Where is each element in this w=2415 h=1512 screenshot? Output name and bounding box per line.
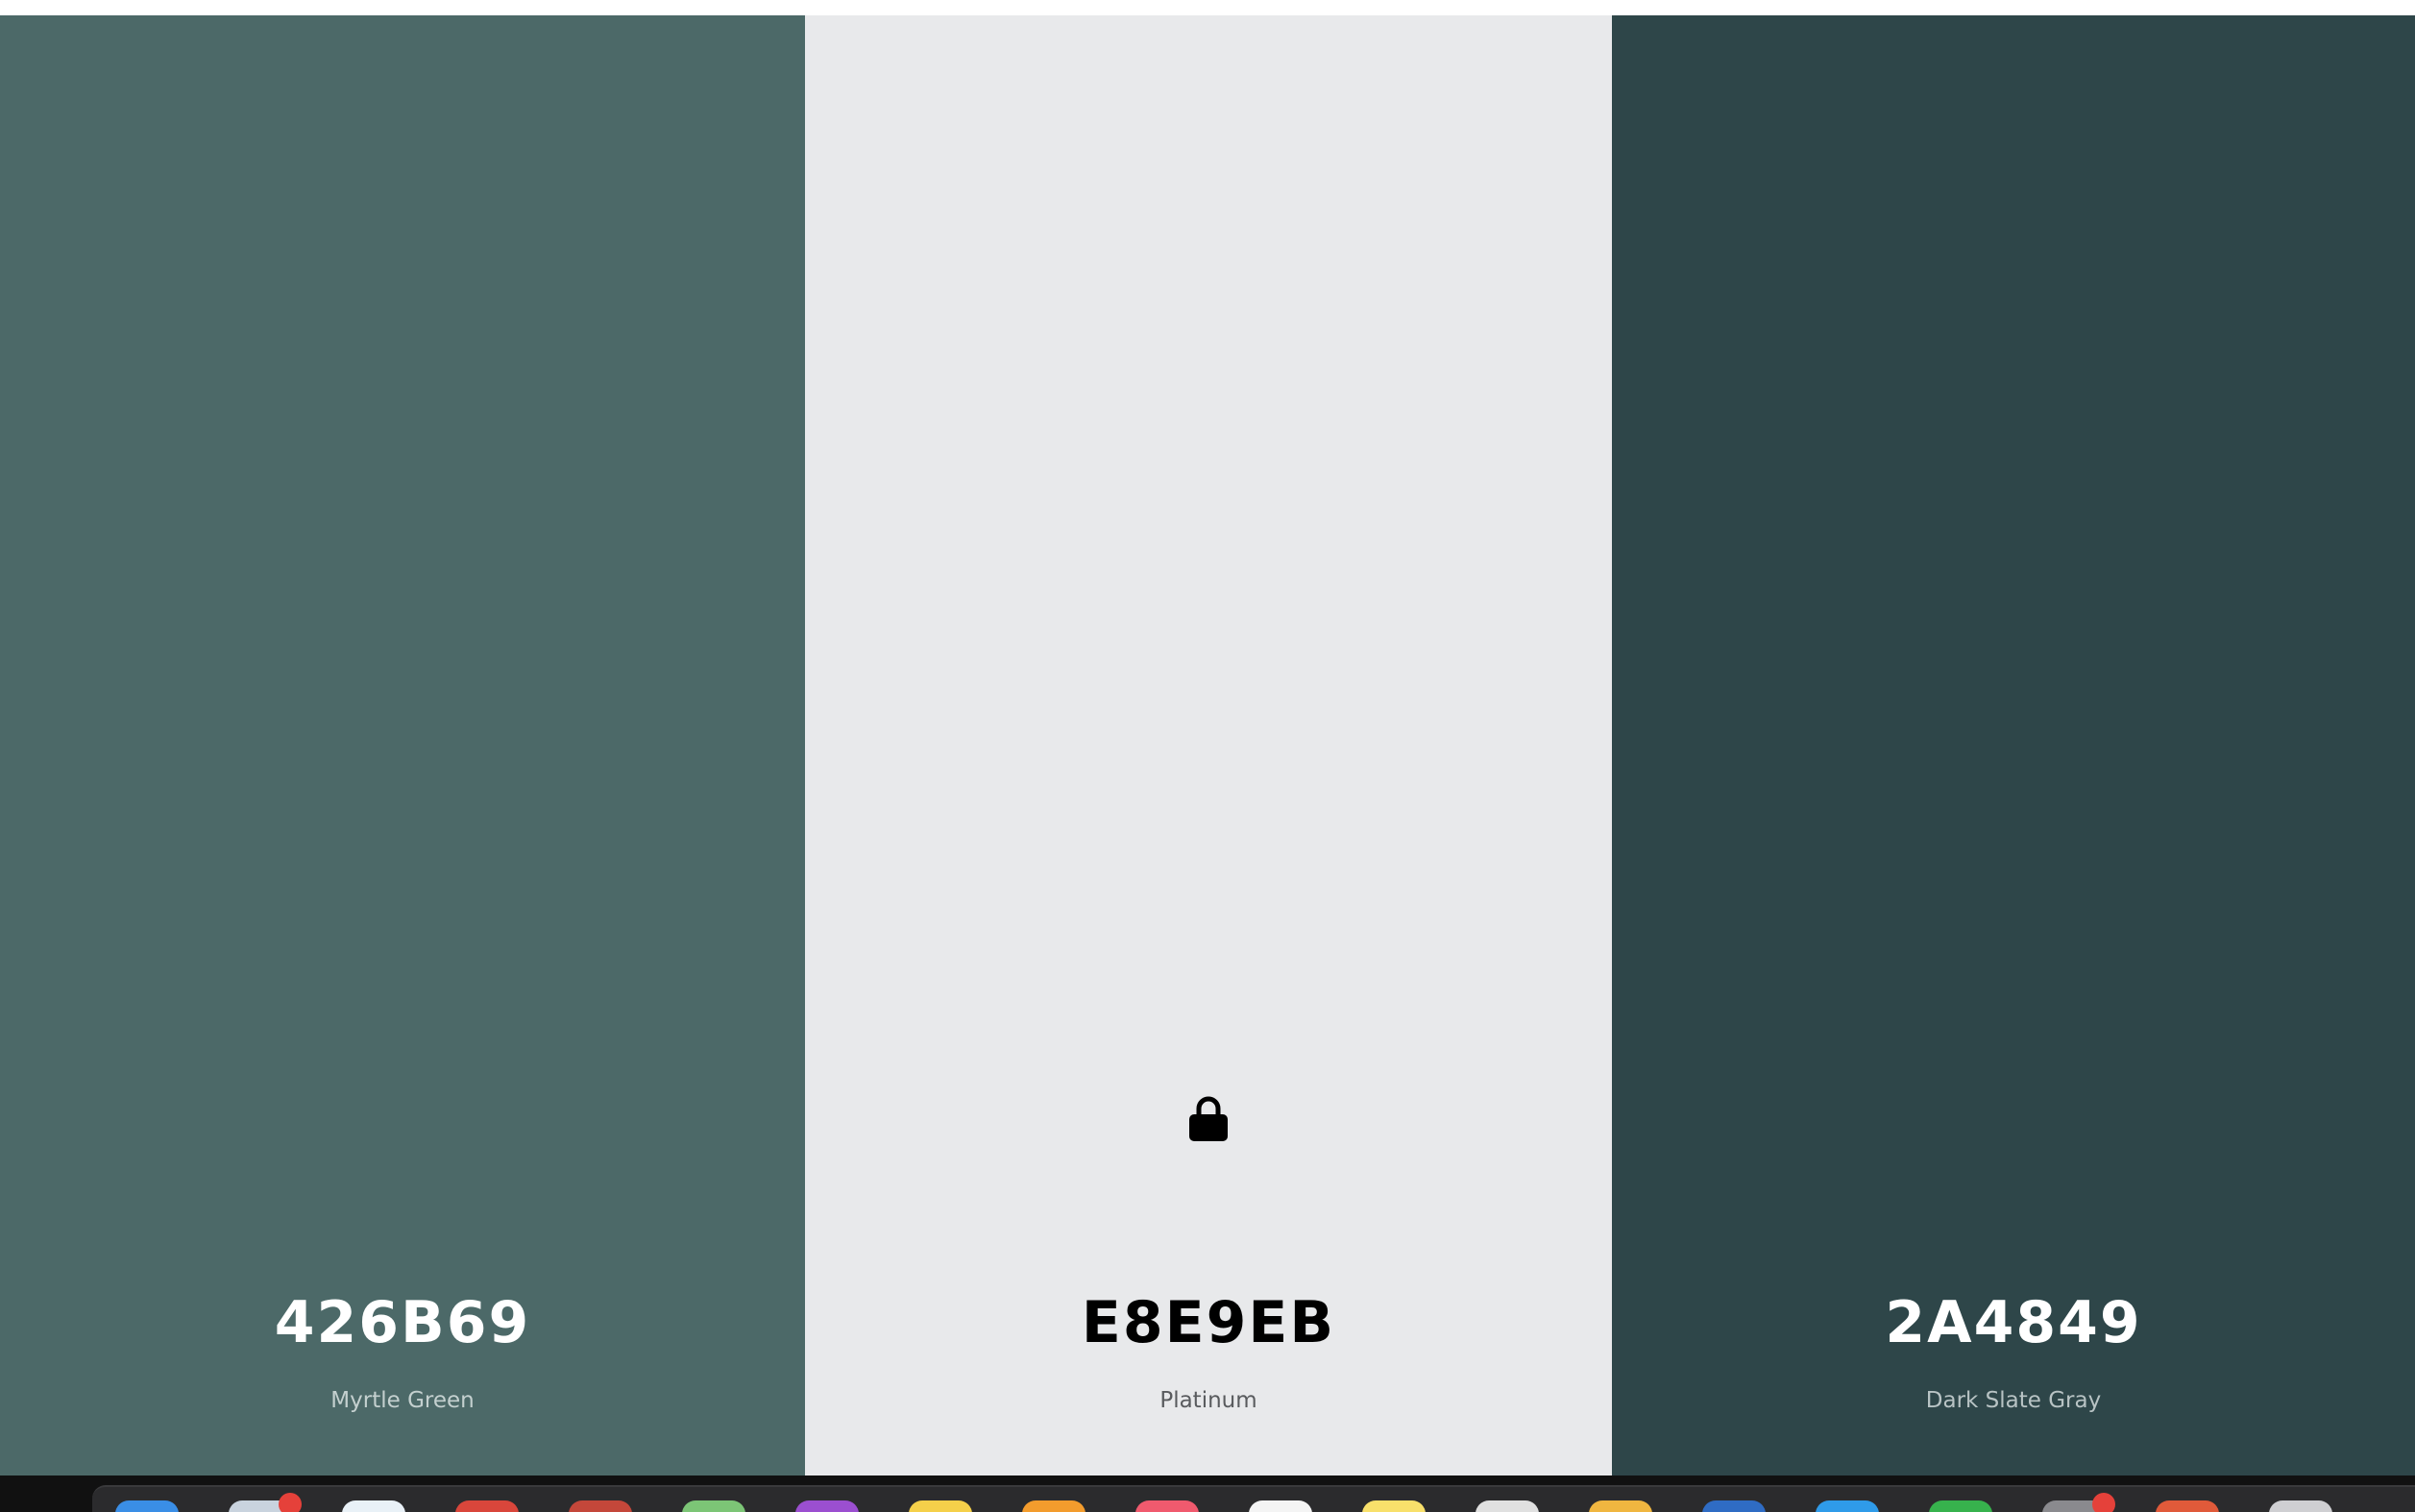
chrome-icon[interactable] (455, 1500, 519, 1512)
trash-icon[interactable] (2269, 1500, 2332, 1512)
finder-icon[interactable] (115, 1500, 179, 1512)
preview-icon[interactable] (1476, 1500, 1539, 1512)
color-swatch-1[interactable]: E8E9EB Platinum (805, 15, 1612, 1475)
dock (92, 1485, 2415, 1512)
podcasts-icon[interactable] (795, 1500, 859, 1512)
screen: 426B69 Myrtle Green E8E9EB Platinum 2A48… (0, 0, 2415, 1512)
numbers-icon[interactable] (1929, 1500, 1992, 1512)
photos-icon[interactable] (1589, 1500, 1652, 1512)
app-store-icon[interactable] (1816, 1500, 1879, 1512)
launchpad-icon[interactable] (2156, 1500, 2219, 1512)
music-icon[interactable] (1135, 1500, 1199, 1512)
hex-code-label[interactable]: 426B69 (0, 1294, 805, 1352)
hex-code-label[interactable]: E8E9EB (805, 1294, 1612, 1352)
powerpoint-icon[interactable] (569, 1500, 632, 1512)
notification-badge (2092, 1493, 2115, 1512)
color-name-label: Platinum (1159, 1388, 1257, 1413)
hex-code-label[interactable]: 2A4849 (1612, 1294, 2415, 1352)
calendar-icon[interactable] (1249, 1500, 1312, 1512)
color-name-label: Dark Slate Gray (1925, 1388, 2102, 1413)
pages-icon[interactable] (1022, 1500, 1086, 1512)
notification-badge (279, 1493, 302, 1512)
notes-icon[interactable] (909, 1500, 972, 1512)
lock-icon[interactable] (1187, 1095, 1230, 1143)
word-icon[interactable] (1702, 1500, 1766, 1512)
color-swatch-2[interactable]: 2A4849 Dark Slate Gray (1612, 15, 2415, 1475)
maps-icon[interactable] (682, 1500, 745, 1512)
color-swatch-0[interactable]: 426B69 Myrtle Green (0, 15, 805, 1475)
color-palette: 426B69 Myrtle Green E8E9EB Platinum 2A48… (0, 15, 2415, 1475)
window-top-edge (0, 0, 2415, 15)
color-name-label: Myrtle Green (330, 1388, 475, 1413)
stickies-icon[interactable] (1362, 1500, 1426, 1512)
safari-icon[interactable] (342, 1500, 405, 1512)
